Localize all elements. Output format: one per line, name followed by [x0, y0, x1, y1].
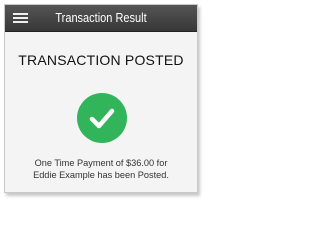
message-line-1: One Time Payment of $36.00 for [34, 158, 168, 168]
app-window: Transaction Result TRANSACTION POSTED On… [4, 4, 198, 193]
confirmation-message: One Time Payment of $36.00 for Eddie Exa… [9, 157, 193, 181]
hamburger-menu-icon[interactable] [13, 13, 28, 24]
check-circle-icon [77, 93, 127, 143]
message-line-2: Eddie Example has been Posted. [33, 170, 169, 180]
status-heading: TRANSACTION POSTED [18, 52, 184, 68]
page-title: Transaction Result [55, 11, 147, 25]
checkmark-icon [89, 108, 115, 129]
header-bar: Transaction Result [5, 5, 197, 32]
